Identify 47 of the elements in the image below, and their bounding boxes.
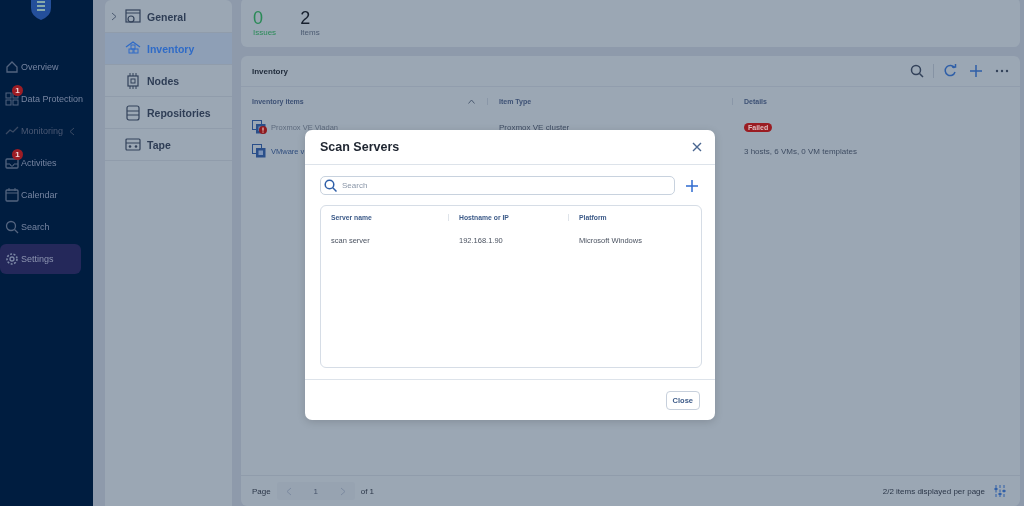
plus-icon [969, 64, 983, 78]
add-button[interactable] [684, 177, 700, 194]
stat-label: Items [300, 28, 320, 37]
chip-icon [125, 72, 141, 89]
notification-badge: 1 [12, 85, 23, 96]
refresh-icon [943, 64, 957, 78]
dialog-title: Scan Servers [320, 140, 400, 154]
window-gear-icon [125, 8, 141, 25]
card-title: Inventory [252, 66, 289, 76]
stat-label: Issues [253, 28, 277, 37]
plus-icon [686, 179, 698, 192]
calendar-icon [5, 188, 19, 202]
sidebar-item[interactable]: 1 Data Protection [0, 84, 81, 114]
building-boxes-icon [125, 40, 141, 57]
database-icon [125, 104, 141, 121]
house-icon [5, 60, 19, 74]
shield-logo-icon [30, 0, 52, 20]
search-field[interactable]: Search [320, 176, 675, 195]
stat-value: 0 [253, 8, 264, 28]
stat-value: 2 [300, 8, 312, 28]
chevron-right-icon [339, 486, 346, 496]
search-icon [324, 179, 337, 192]
notification-badge: 1 [12, 149, 23, 160]
table-cell: Proxmox VE cluster [499, 122, 570, 132]
grid-icon [5, 92, 19, 106]
settings-nav-item[interactable]: Nodes [105, 65, 232, 97]
page-label: Page [252, 486, 271, 496]
tape-icon [125, 136, 141, 153]
sidebar-item[interactable]: Overview [0, 52, 81, 82]
search-icon [5, 220, 19, 234]
sliders-icon [994, 484, 1006, 498]
sidebar-item[interactable]: Settings [0, 244, 81, 274]
page-count: of 1 [360, 486, 375, 496]
close-icon [692, 142, 702, 152]
gear-icon [5, 252, 19, 266]
sort-caret-icon [468, 98, 475, 104]
settings-nav-item[interactable]: Repositories [105, 97, 232, 129]
inbox-icon [5, 156, 19, 170]
server-stack-icon [252, 144, 266, 158]
sidebar-item[interactable]: Calendar [0, 180, 81, 210]
settings-nav-item[interactable]: Tape [105, 129, 232, 161]
chevron-left-icon [285, 486, 292, 496]
search-icon [910, 64, 924, 78]
items-per-page-label: 2/2 items displayed per page [882, 486, 985, 496]
sidebar-item[interactable]: Search [0, 212, 81, 242]
page-number-field[interactable]: 1 [300, 486, 331, 496]
sidebar-item[interactable]: 1 Activities [0, 148, 81, 178]
